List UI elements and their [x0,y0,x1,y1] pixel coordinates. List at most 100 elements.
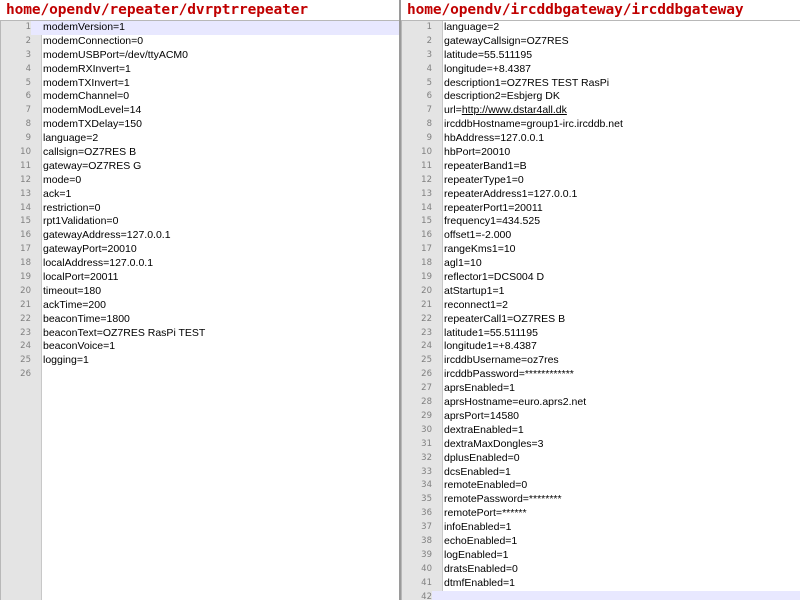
line-text: beaconVoice=1 [43,340,115,354]
right-code-line[interactable]: 7 url=http://www.dstar4all.dk [402,104,800,118]
left-code-line[interactable]: 22 beaconTime=1800 [1,313,399,327]
left-code-line[interactable]: 26 [1,368,399,382]
line-text: dcsEnabled=1 [444,466,511,480]
right-code-line[interactable]: 23 latitude1=55.511195 [402,327,800,341]
left-code-line[interactable]: 23 beaconText=OZ7RES RasPi TEST [1,327,399,341]
line-text-content: modemModLevel=14 [43,104,142,117]
right-code-line[interactable]: 21 reconnect1=2 [402,299,800,313]
right-code-line[interactable]: 42 [402,590,800,600]
left-code-line[interactable]: 15 rpt1Validation=0 [1,215,399,229]
right-code-line[interactable]: 9 hbAddress=127.0.0.1 [402,132,800,146]
line-number: 18 [421,258,432,269]
line-text: dplusEnabled=0 [444,452,520,466]
left-code-line[interactable]: 20 timeout=180 [1,285,399,299]
right-code-line[interactable]: 10 hbPort=20010 [402,146,800,160]
left-code-line[interactable]: 16 gatewayAddress=127.0.0.1 [1,229,399,243]
line-text-content: atStartup1=1 [444,284,505,297]
left-code-line[interactable]: 5 modemTXInvert=1 [1,77,399,91]
right-code-line[interactable]: 13 repeaterAddress1=127.0.0.1 [402,188,800,202]
left-code-line[interactable]: 3 modemUSBPort=/dev/ttyACM0 [1,49,399,63]
right-code-line[interactable]: 41 dtmfEnabled=1 [402,577,800,591]
right-code-line[interactable]: 12 repeaterType1=0 [402,174,800,188]
line-number: 42 [402,590,432,600]
line-text: modemUSBPort=/dev/ttyACM0 [43,49,188,63]
line-text: offset1=-2.000 [444,229,511,243]
line-number: 10 [20,147,31,158]
right-code-line[interactable]: 8 ircddbHostname=group1-irc.ircddb.net [402,118,800,132]
left-code-line[interactable]: 14 restriction=0 [1,202,399,216]
left-code-line[interactable]: 1 modemVersion=1 [1,21,399,35]
right-code-line[interactable]: 19 reflector1=DCS004 D [402,271,800,285]
left-code-line[interactable]: 24 beaconVoice=1 [1,340,399,354]
left-code-line[interactable]: 12 mode=0 [1,174,399,188]
right-code-line[interactable]: 3 latitude=55.511195 [402,49,800,63]
line-text-content: language=2 [444,21,500,33]
left-code-line[interactable]: 19 localPort=20011 [1,271,399,285]
right-code-line[interactable]: 1 language=2 [402,21,800,35]
line-number: 27 [421,383,432,394]
right-code-line[interactable]: 5 description1=OZ7RES TEST RasPi [402,77,800,91]
line-text-content: logging=1 [43,354,89,367]
right-code-line[interactable]: 37 infoEnabled=1 [402,521,800,535]
right-code-line[interactable]: 11 repeaterBand1=B [402,160,800,174]
line-number: 13 [20,188,31,199]
left-code-line[interactable]: 17 gatewayPort=20010 [1,243,399,257]
right-code-line[interactable]: 29 aprsPort=14580 [402,410,800,424]
url-link[interactable]: http://www.dstar4all.dk [462,104,567,116]
right-code-line[interactable]: 35 remotePassword=******** [402,493,800,507]
right-code-line[interactable]: 30 dextraEnabled=1 [402,424,800,438]
right-code-line[interactable]: 36 remotePort=****** [402,507,800,521]
right-code-line[interactable]: 25 ircddbUsername=oz7res [402,354,800,368]
right-code-line[interactable]: 33 dcsEnabled=1 [402,466,800,480]
right-code-line[interactable]: 31 dextraMaxDongles=3 [402,438,800,452]
left-code-line[interactable]: 2 modemConnection=0 [1,35,399,49]
line-text: echoEnabled=1 [444,535,517,549]
right-code-line[interactable]: 4 longitude=+8.4387 [402,63,800,77]
left-code-line[interactable]: 21 ackTime=200 [1,299,399,313]
right-code-line[interactable]: 34 remoteEnabled=0 [402,479,800,493]
line-text-content: callsign=OZ7RES B [43,146,137,159]
left-code-editor[interactable]: 1 modemVersion=1 2 modemConnection=0 3 modemU… [0,20,399,600]
line-text-content: ack=1 [43,187,72,200]
right-code-line[interactable]: 14 repeaterPort1=20011 [402,202,800,216]
right-code-line[interactable]: 40 dratsEnabled=0 [402,563,800,577]
left-code-line[interactable]: 13 ack=1 [1,188,399,202]
right-code-line[interactable]: 18 agl1=10 [402,257,800,271]
left-code-line[interactable]: 8 modemTXDelay=150 [1,118,399,132]
right-code-line[interactable]: 15 frequency1=434.525 [402,215,800,229]
right-code-line[interactable]: 17 rangeKms1=10 [402,243,800,257]
left-code-line[interactable]: 18 localAddress=127.0.0.1 [1,257,399,271]
line-number: 8 [25,119,31,130]
left-code-line[interactable]: 11 gateway=OZ7RES G [1,160,399,174]
left-code-line[interactable]: 7 modemModLevel=14 [1,104,399,118]
right-code-line[interactable]: 26 ircddbPassword=************ [402,368,800,382]
right-code-line[interactable]: 28 aprsHostname=euro.aprs2.net [402,396,800,410]
line-text: ackTime=200 [43,299,106,313]
left-code-line[interactable]: 25 logging=1 [1,354,399,368]
line-text-content: localAddress=127.0.0.1 [43,257,154,270]
left-code-line[interactable]: 9 language=2 [1,132,399,146]
right-code-line[interactable]: 24 longitude1=+8.4387 [402,340,800,354]
line-text-content: dtmfEnabled=1 [444,576,515,589]
right-code-editor[interactable]: 1 language=2 2 gatewayCallsign=OZ7RES 3 latit… [401,20,800,600]
line-text: latitude=55.511195 [444,49,532,63]
line-text-content: aprsPort=14580 [444,409,520,422]
left-code-line[interactable]: 6 modemChannel=0 [1,90,399,104]
right-code-line[interactable]: 32 dplusEnabled=0 [402,452,800,466]
right-code-line[interactable]: 38 echoEnabled=1 [402,535,800,549]
line-text: longitude=+8.4387 [444,63,531,77]
right-code-line[interactable]: 2 gatewayCallsign=OZ7RES [402,35,800,49]
left-code-line[interactable]: 10 callsign=OZ7RES B [1,146,399,160]
right-code-line[interactable]: 6 description2=Esbjerg DK [402,90,800,104]
left-code-line[interactable]: 4 modemRXInvert=1 [1,63,399,77]
line-text-content: echoEnabled=1 [444,534,518,547]
right-code-line[interactable]: 22 repeaterCall1=OZ7RES B [402,313,800,327]
line-number: 40 [421,563,432,574]
right-code-line[interactable]: 39 logEnabled=1 [402,549,800,563]
right-code-line[interactable]: 16 offset1=-2.000 [402,229,800,243]
right-code-line[interactable]: 27 aprsEnabled=1 [402,382,800,396]
line-text-content: language=2 [43,132,99,145]
line-number: 36 [421,508,432,519]
line-text: remoteEnabled=0 [444,479,527,493]
right-code-line[interactable]: 20 atStartup1=1 [402,285,800,299]
